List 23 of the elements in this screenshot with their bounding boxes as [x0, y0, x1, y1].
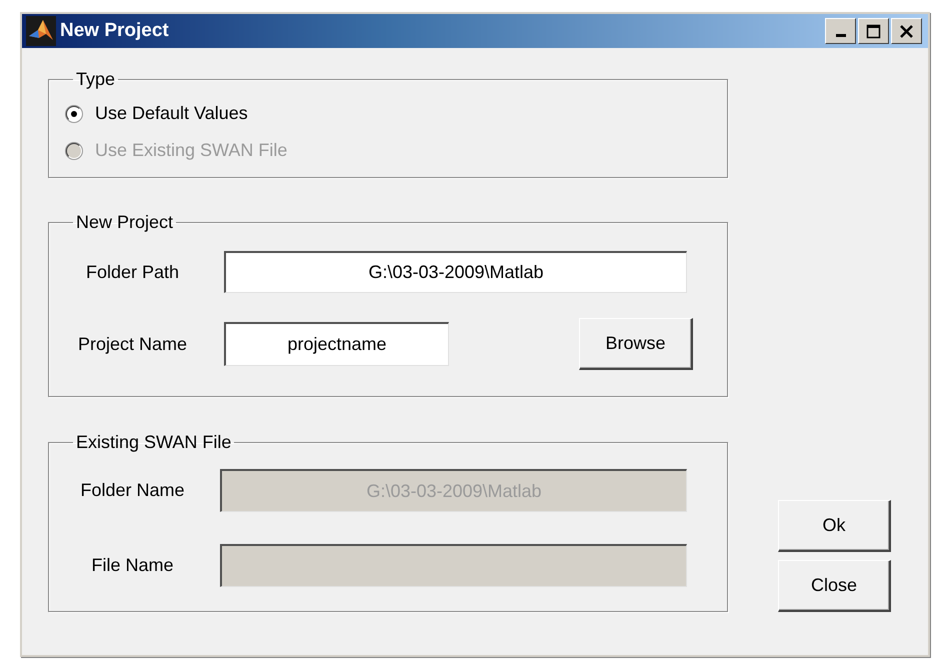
radio-label: Use Default Values [95, 103, 248, 124]
group-title: New Project [75, 212, 174, 233]
group-title: Type [75, 69, 116, 90]
maximize-icon [866, 24, 881, 38]
radio-label: Use Existing SWAN File [95, 140, 288, 161]
input-field[interactable]: G:\03-03-2009\Matlab [224, 251, 687, 293]
minimize-icon [836, 34, 846, 37]
maximize-button[interactable] [858, 18, 889, 44]
field-label: Project Name [76, 334, 188, 354]
ok-button[interactable]: Ok [778, 500, 891, 552]
close-button[interactable]: Close [778, 560, 891, 612]
input-field[interactable]: projectname [224, 322, 449, 366]
field-label: File Name [90, 555, 175, 576]
browse-button[interactable]: Browse [579, 318, 693, 370]
close-icon [899, 24, 914, 38]
close-button[interactable] [891, 18, 922, 44]
minimize-button[interactable] [825, 18, 856, 44]
window-title: New Project [60, 20, 170, 42]
field-label: Folder Name [79, 480, 186, 501]
app-logo-icon [26, 16, 56, 46]
group-title: Existing SWAN File [75, 432, 232, 453]
field-label: Folder Path [84, 262, 180, 282]
radio-button[interactable] [66, 106, 82, 122]
